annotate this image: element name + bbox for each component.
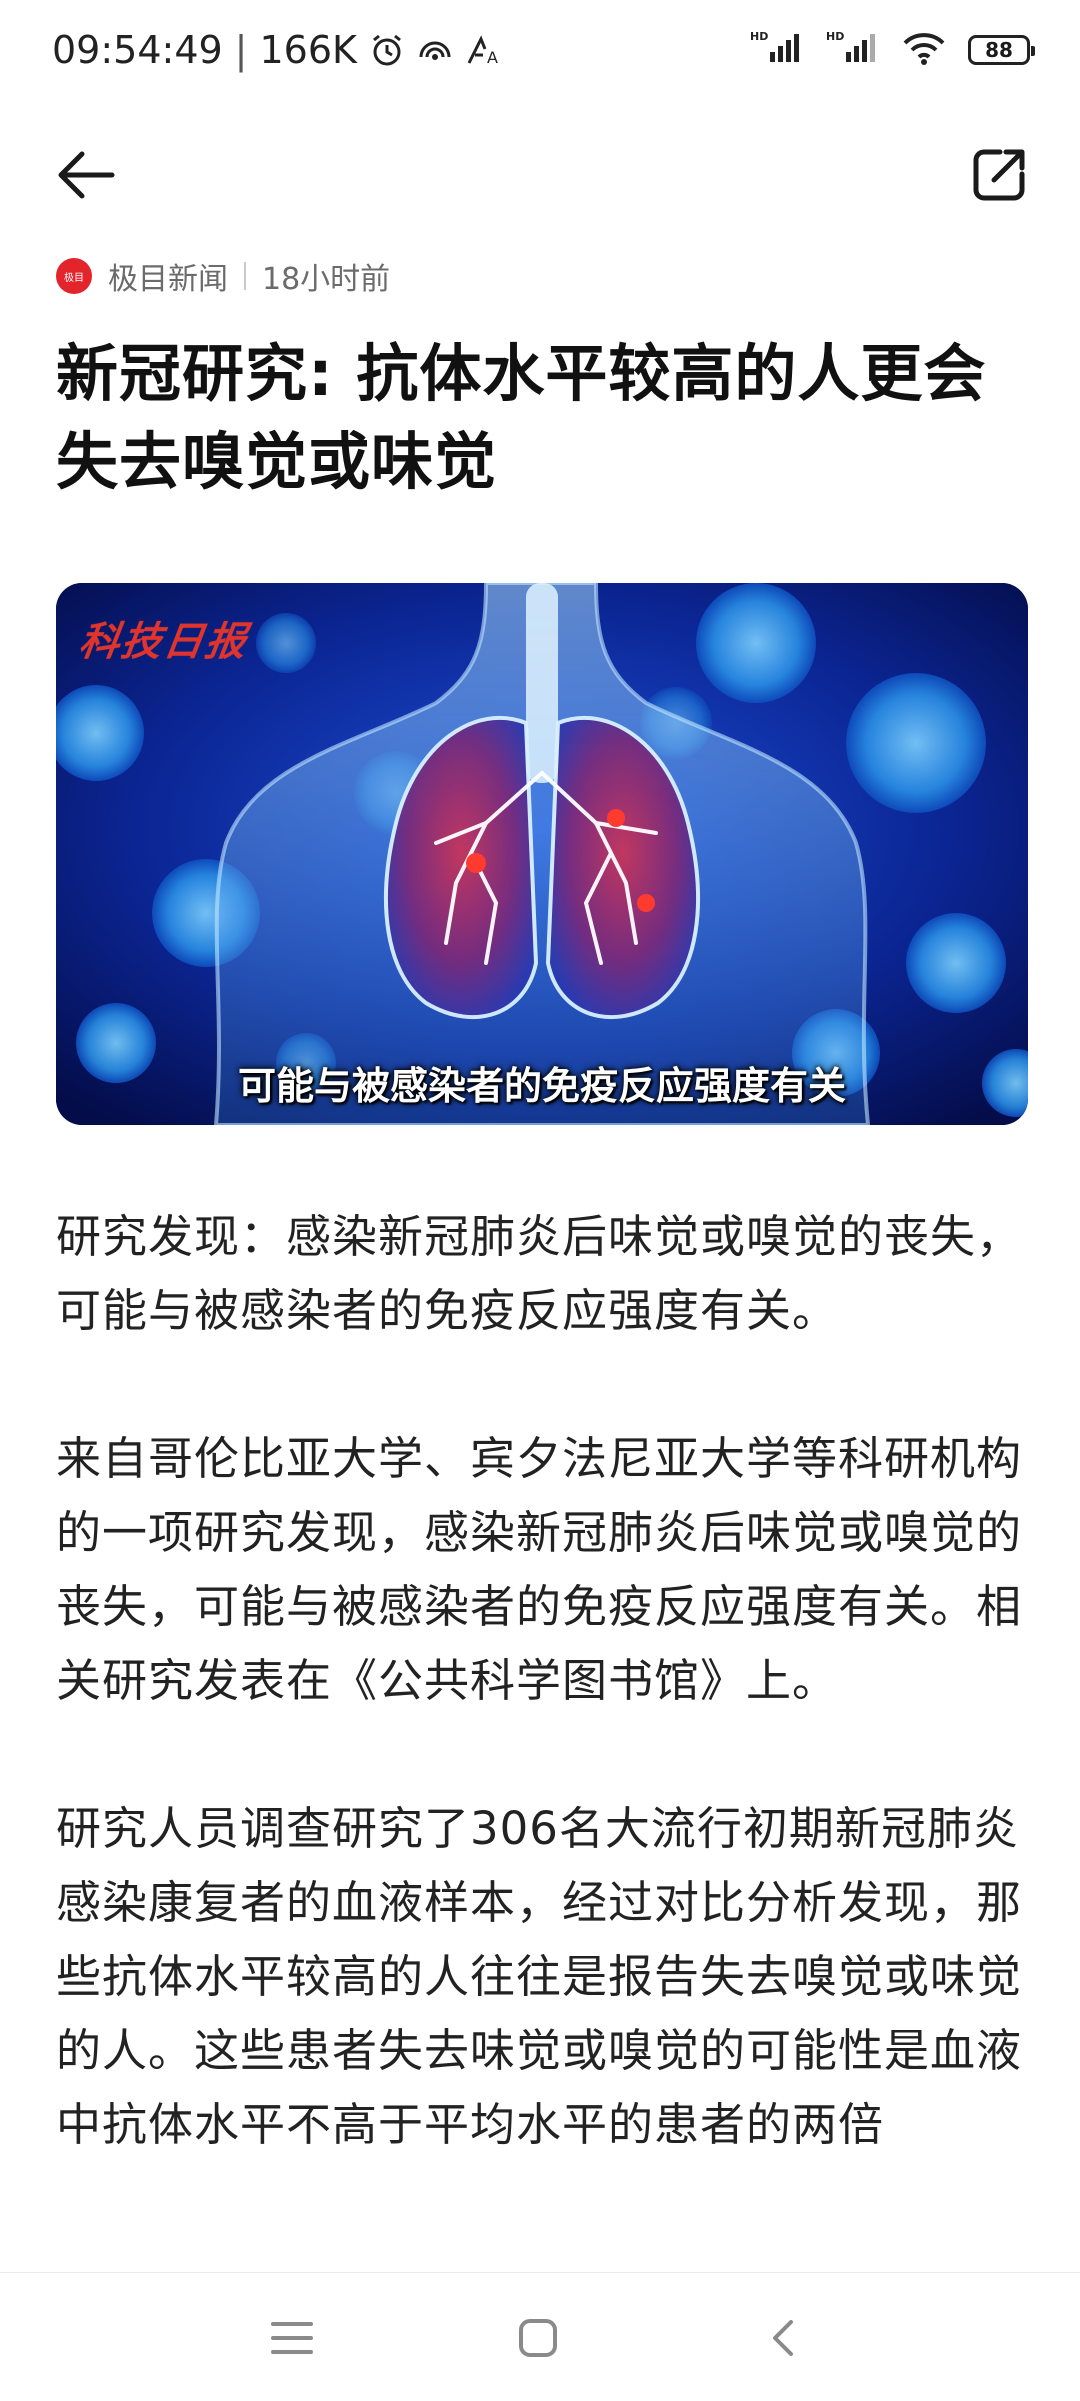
alarm-icon xyxy=(369,32,405,68)
paragraph: 研究人员调查研究了306名大流行初期新冠肺炎感染康复者的血液样本，经过对比分析发… xyxy=(56,1802,1023,2151)
publish-time: 18小时前 xyxy=(262,262,391,297)
hero-image[interactable]: 科技日报 可能与被感染者的免疫反应强度有关 xyxy=(56,583,1028,1125)
article-body: 研究发现：感染新冠肺炎后味觉或嗅觉的丧失，可能与被感染者的免疫反应强度有关。 来… xyxy=(56,1200,1028,2270)
font-icon: A xyxy=(465,33,503,67)
home-icon xyxy=(519,2319,557,2357)
article-title: 新冠研究: 抗体水平较高的人更会失去嗅觉或味觉 xyxy=(56,337,987,498)
source-logo-text: 极目 xyxy=(64,272,84,284)
source-name[interactable]: 极目新闻 xyxy=(108,254,228,298)
nav-back-button[interactable] xyxy=(742,2303,822,2373)
svg-text:A: A xyxy=(487,48,498,67)
svg-text:HD: HD xyxy=(750,30,768,43)
hero-watermark: 科技日报 xyxy=(76,618,251,665)
net-speed: 166K xyxy=(259,28,357,72)
battery-level: 88 xyxy=(985,38,1013,62)
status-separator: | xyxy=(234,28,248,72)
system-nav-bar xyxy=(0,2272,1080,2401)
home-button[interactable] xyxy=(498,2303,578,2373)
status-time: 09:54:49 xyxy=(52,28,223,72)
share-icon xyxy=(973,149,1025,201)
share-button[interactable] xyxy=(948,135,1028,215)
signal-icon-2: HD xyxy=(826,30,880,70)
menu-icon xyxy=(271,2322,313,2354)
hotspot-icon xyxy=(417,35,453,65)
back-button[interactable] xyxy=(56,135,136,215)
wifi-icon xyxy=(902,31,946,69)
status-left: 09:54:49 | 166K A xyxy=(52,28,503,72)
status-right: HD HD 88 xyxy=(750,30,1035,70)
svg-text:HD: HD xyxy=(826,30,844,43)
divider xyxy=(244,262,246,290)
back-icon xyxy=(773,2320,793,2356)
signal-icon: HD xyxy=(750,30,804,70)
arrow-left-icon xyxy=(58,151,115,199)
paragraph: 来自哥伦比亚大学、宾夕法尼亚大学等科研机构的一项研究发现，感染新冠肺炎后味觉或嗅… xyxy=(56,1432,1023,1707)
article-source: 极目 极目新闻 18小时前 xyxy=(56,254,390,298)
battery-icon: 88 xyxy=(968,35,1035,65)
top-nav xyxy=(0,125,1080,235)
status-bar: 09:54:49 | 166K A HD HD 88 xyxy=(0,0,1080,100)
hero-caption: 可能与被感染者的免疫反应强度有关 xyxy=(237,1064,846,1108)
recents-button[interactable] xyxy=(252,2303,332,2373)
source-logo: 极目 xyxy=(56,258,92,294)
paragraph: 研究发现：感染新冠肺炎后味觉或嗅觉的丧失，可能与被感染者的免疫反应强度有关。 xyxy=(56,1210,1023,1337)
